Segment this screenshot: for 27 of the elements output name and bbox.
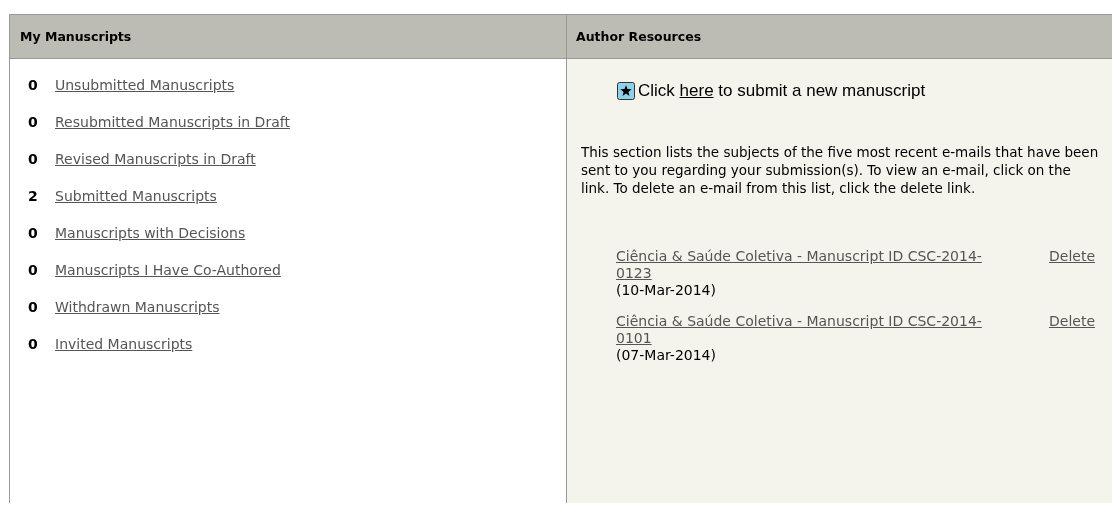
- here-link[interactable]: here: [679, 81, 714, 100]
- manuscript-count: 0: [28, 261, 39, 278]
- email-subject-link[interactable]: Ciência & Saúde Coletiva - Manuscript ID CSC-2014-0123: [616, 248, 1016, 282]
- manuscript-link[interactable]: Invited Manuscripts: [55, 335, 193, 352]
- manuscript-count: 0: [28, 113, 39, 130]
- delete-link[interactable]: Delete: [1049, 313, 1095, 330]
- manuscript-link[interactable]: Manuscripts with Decisions: [55, 224, 246, 241]
- manuscript-count: 0: [28, 76, 39, 93]
- manuscript-link[interactable]: Manuscripts I Have Co-Authored: [55, 261, 281, 278]
- delete-link[interactable]: Delete: [1049, 248, 1095, 265]
- description-text: This section lists the subjects of the five most recent e-mails that have been sent to you regarding your submission(s). To view an e-mail, click on the link. To delete an e-mail from this list, click the delete link.: [581, 143, 1100, 197]
- manuscript-link[interactable]: Revised Manuscripts in Draft: [55, 150, 256, 167]
- manuscript-count: 0: [28, 150, 39, 167]
- manuscript-link[interactable]: Withdrawn Manuscripts: [55, 298, 220, 315]
- manuscript-link[interactable]: Unsubmitted Manuscripts: [55, 76, 235, 93]
- panel-header: My Manuscripts: [10, 15, 566, 59]
- manuscript-count: 2: [28, 187, 39, 204]
- email-date: (07-Mar-2014): [616, 347, 717, 364]
- manuscript-link[interactable]: Resubmitted Manuscripts in Draft: [55, 113, 290, 130]
- submit-sentence: Click here to submit a new manuscript: [638, 81, 926, 101]
- manuscript-count: 0: [28, 335, 39, 352]
- manuscript-link[interactable]: Submitted Manuscripts: [55, 187, 217, 204]
- email-subject-link[interactable]: Ciência & Saúde Coletiva - Manuscript ID CSC-2014-0101: [616, 313, 1016, 347]
- panel-header: Author Resources: [567, 15, 1112, 59]
- manuscript-count: 0: [28, 224, 39, 241]
- manuscript-count: 0: [28, 298, 39, 315]
- email-date: (10-Mar-2014): [616, 282, 717, 299]
